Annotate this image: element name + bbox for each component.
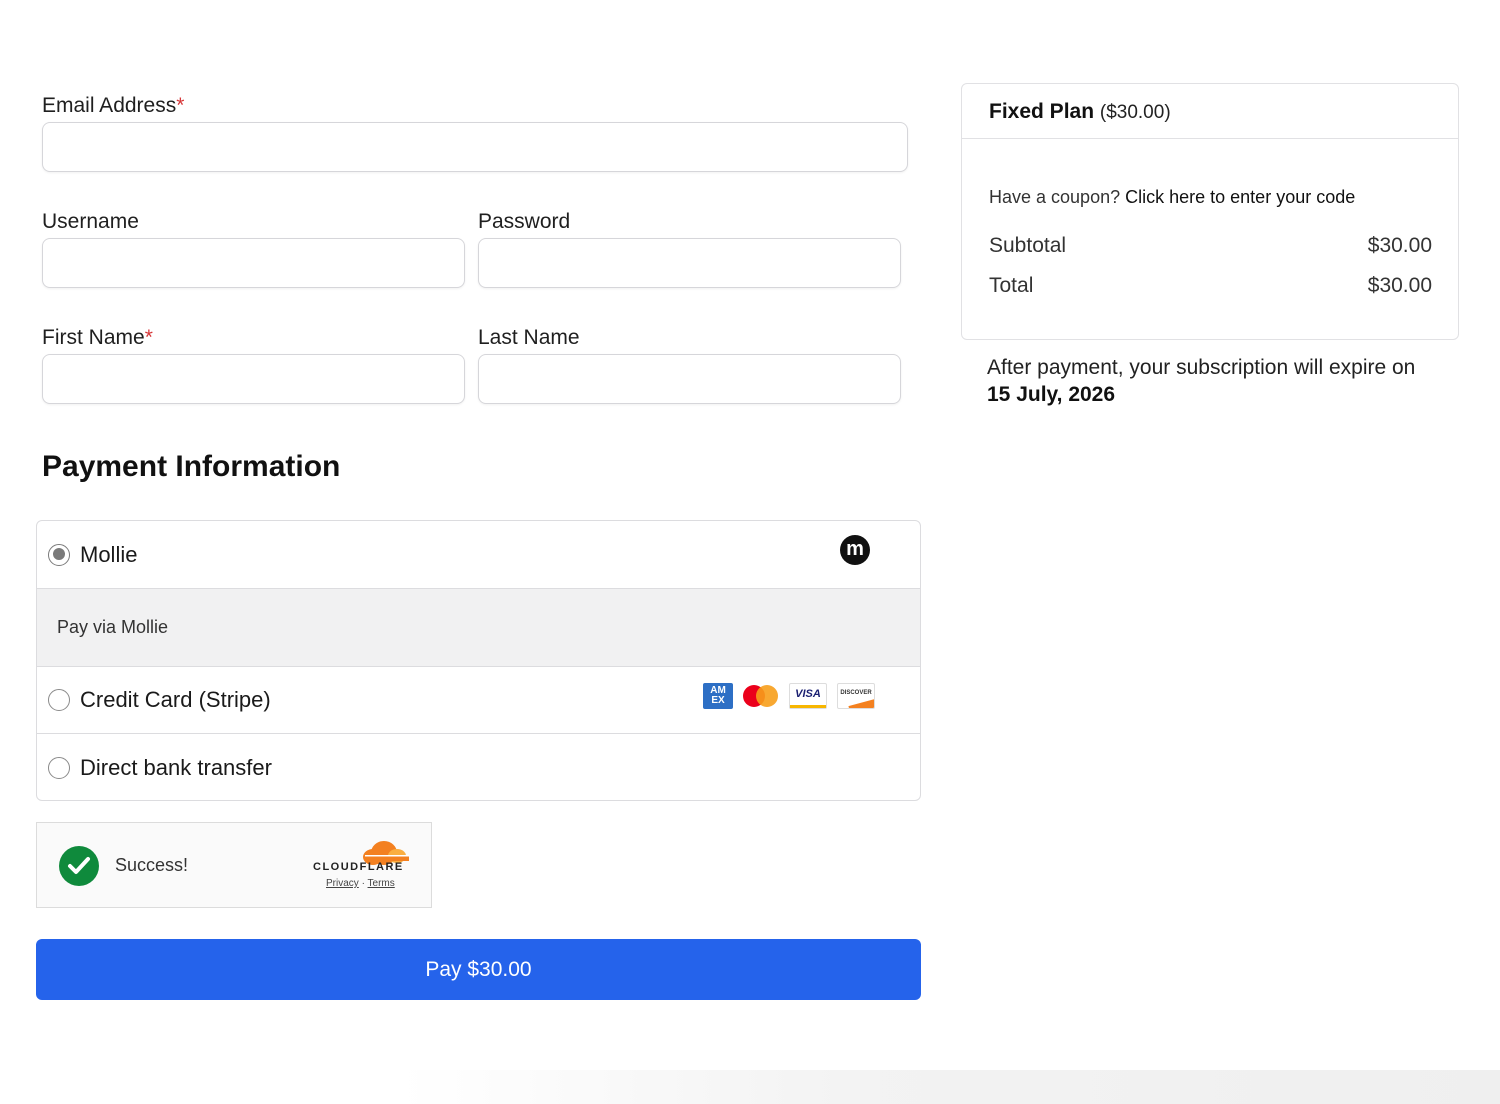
summary-header: Fixed Plan ($30.00) [962, 84, 1458, 139]
payment-methods-box: Mollie m Pay via Mollie Credit Card (Str… [36, 520, 921, 801]
payment-option-bank-transfer[interactable]: Direct bank transfer [37, 734, 920, 800]
stripe-label: Credit Card (Stripe) [80, 687, 271, 712]
coupon-prompt-text: Have a coupon? [989, 187, 1121, 207]
captcha-status: Success! [115, 855, 189, 875]
mollie-description: Pay via Mollie [57, 617, 169, 637]
password-label: Password [478, 210, 571, 233]
payment-option-stripe[interactable]: Credit Card (Stripe) AM EX VISA DISCOVER [37, 667, 920, 734]
email-label: Email Address* [42, 94, 184, 118]
plan-price: ($30.00) [1099, 102, 1171, 123]
last-name-field[interactable] [478, 354, 901, 404]
coupon-prompt: Have a coupon? Click here to enter your … [989, 187, 1355, 208]
cloudflare-wordmark: CLOUDFLARE [313, 861, 404, 873]
mollie-label: Mollie [80, 541, 138, 567]
coupon-link[interactable]: Click here to enter your code [1125, 187, 1355, 207]
mollie-description-panel: Pay via Mollie [37, 589, 920, 667]
payment-section-title: Payment Information [42, 450, 341, 483]
subtotal-row: Subtotal $30.00 [989, 234, 1432, 258]
captcha-widget[interactable]: Success! CLOUDFLARE Privacy · Terms [36, 822, 432, 908]
total-row: Total $30.00 [989, 274, 1432, 298]
last-name-label: Last Name [478, 326, 580, 349]
amex-icon: AM EX [703, 683, 733, 709]
terms-link[interactable]: Terms [368, 878, 395, 889]
expiry-text: After payment, your subscription will ex… [987, 356, 1416, 379]
visa-icon: VISA [789, 683, 827, 709]
first-name-field[interactable] [42, 354, 465, 404]
required-marker: * [144, 326, 153, 349]
payment-option-mollie[interactable]: Mollie m [37, 521, 920, 589]
bottom-shadow [400, 1070, 1500, 1104]
captcha-links: Privacy · Terms [326, 878, 395, 889]
username-label: Username [42, 210, 139, 233]
plan-name: Fixed Plan [989, 100, 1095, 123]
first-name-label-text: First Name [42, 326, 145, 349]
check-circle-icon [59, 846, 99, 886]
username-field[interactable] [42, 238, 465, 288]
total-label: Total [989, 274, 1034, 297]
mollie-logo-icon: m [840, 535, 870, 565]
privacy-link[interactable]: Privacy [326, 878, 359, 889]
bank-transfer-label: Direct bank transfer [80, 754, 272, 780]
password-field[interactable] [478, 238, 901, 288]
expiry-note: After payment, your subscription will ex… [987, 354, 1457, 408]
card-brand-icons: AM EX VISA DISCOVER [703, 683, 875, 709]
subtotal-label: Subtotal [989, 234, 1067, 257]
order-summary-card: Fixed Plan ($30.00) Have a coupon? Click… [961, 83, 1459, 340]
subtotal-value: $30.00 [1367, 234, 1432, 257]
first-name-label: First Name* [42, 326, 153, 350]
mollie-radio[interactable] [48, 543, 70, 566]
stripe-radio[interactable] [48, 689, 70, 711]
plan-title: Fixed Plan ($30.00) [989, 100, 1171, 124]
email-label-text: Email Address [42, 94, 177, 117]
checkout-page: Email Address* Username Password First N… [0, 0, 1500, 1104]
bank-transfer-radio[interactable] [48, 756, 70, 779]
required-marker: * [176, 94, 185, 117]
discover-icon: DISCOVER [837, 683, 875, 709]
mastercard-icon [743, 683, 779, 709]
expiry-date: 15 July, 2026 [987, 383, 1116, 406]
link-separator: · [361, 878, 365, 889]
email-field[interactable] [42, 122, 908, 172]
total-value: $30.00 [1367, 274, 1432, 297]
pay-button[interactable]: Pay $30.00 [36, 939, 921, 1000]
